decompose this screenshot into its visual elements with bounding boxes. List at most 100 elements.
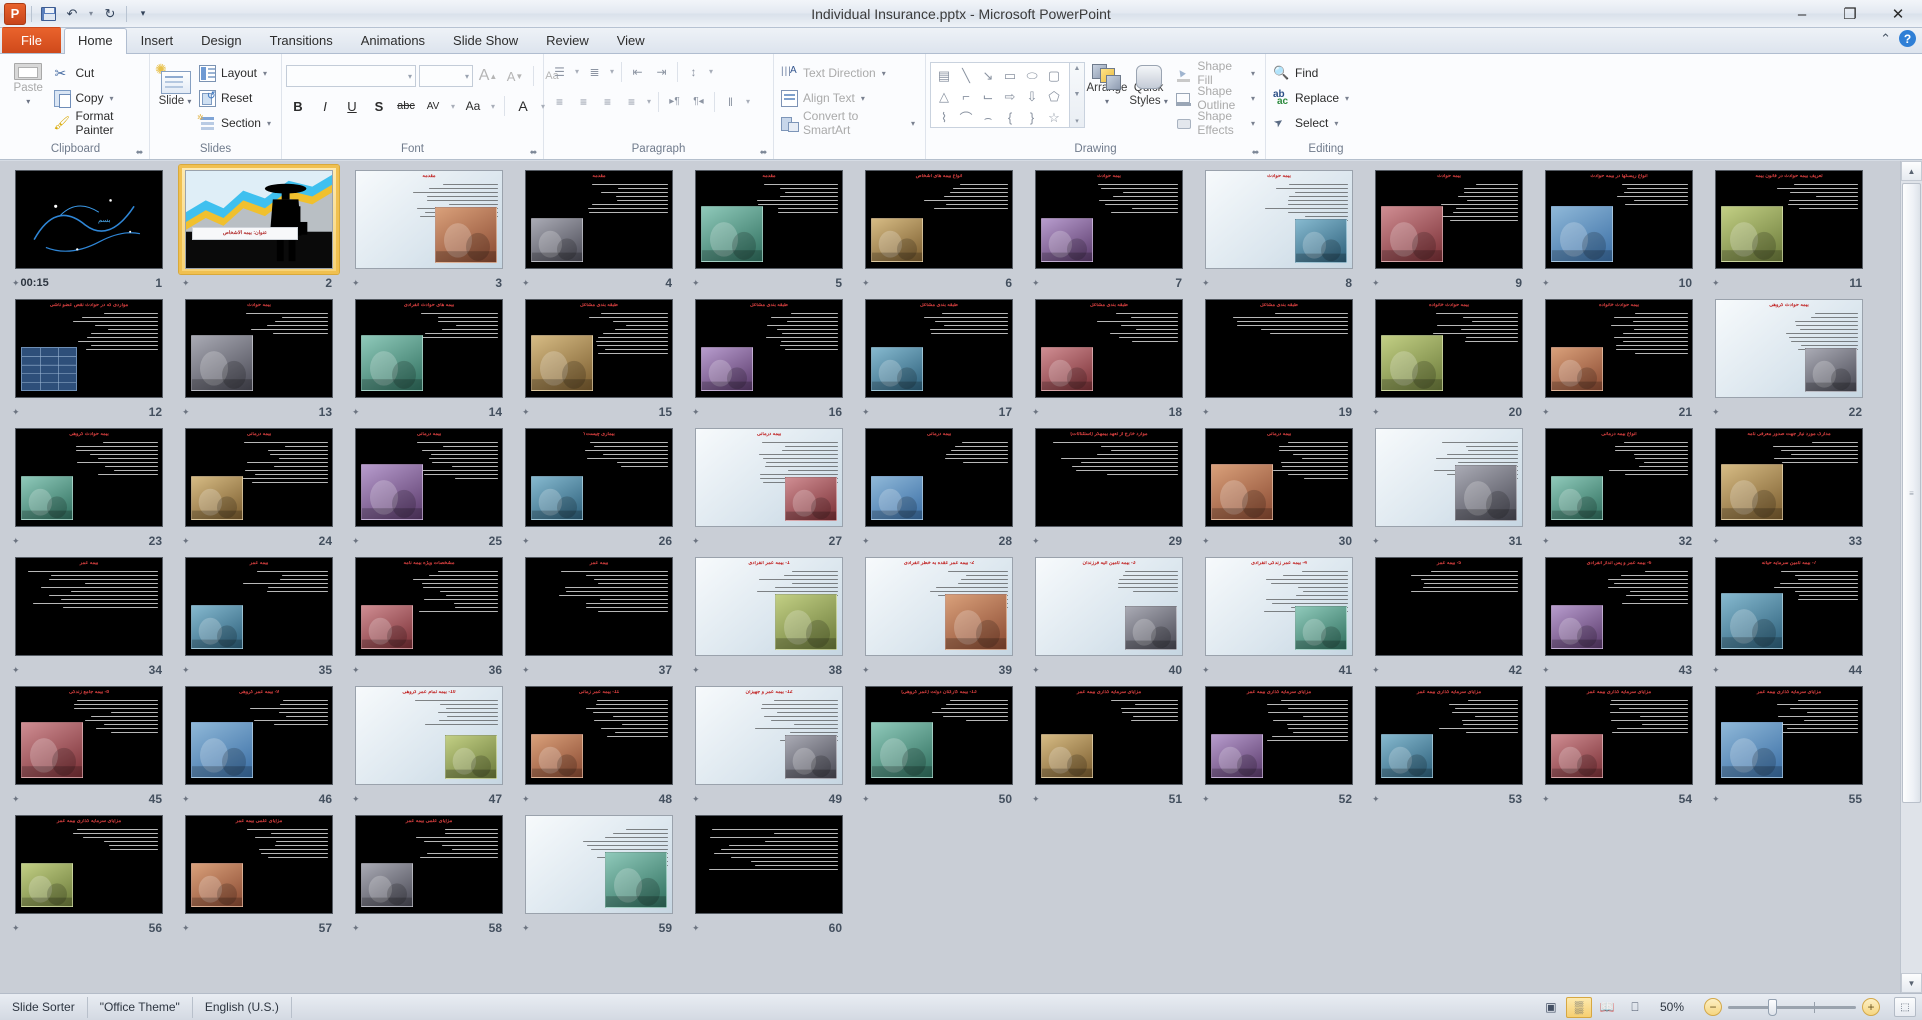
help-icon[interactable]: ? — [1899, 30, 1916, 47]
transition-star-icon[interactable]: ✦ — [1032, 278, 1039, 289]
zoom-out-button[interactable]: − — [1704, 998, 1722, 1016]
slide-cell[interactable]: مزایای سرمایه گذاری بیمه عمر ✦ 51 — [1024, 681, 1194, 810]
transition-star-icon[interactable]: ✦ — [352, 407, 359, 418]
slide-thumbnail-24[interactable]: بیمه درمانی — [179, 423, 339, 532]
slide-cell[interactable]: بیمه حوادث ✦ 7 — [1024, 165, 1194, 294]
transition-star-icon[interactable]: ✦ — [1712, 665, 1719, 676]
slide-thumbnail-8[interactable]: بیمه حوادث — [1199, 165, 1359, 274]
copy-caret-icon[interactable]: ▾ — [110, 94, 114, 103]
transition-star-icon[interactable]: ✦ — [1202, 536, 1209, 547]
slide-thumbnail-52[interactable]: مزایای سرمایه گذاری بیمه عمر — [1199, 681, 1359, 790]
reset-button[interactable]: Reset — [196, 86, 277, 110]
slide-thumbnail-44[interactable]: 7- بیمه تامین سرمایه حیانه — [1709, 552, 1869, 661]
slide-thumbnail-5[interactable]: مقدمه — [689, 165, 849, 274]
transition-star-icon[interactable]: ✦ — [862, 278, 869, 289]
slide-thumbnail-14[interactable]: بیمه های حوادث انفرادی — [349, 294, 509, 403]
shape-curve-icon[interactable]: ⌒ — [955, 107, 977, 128]
text-direction-button[interactable]: Text Direction ▾ — [778, 61, 921, 85]
slide-cell[interactable]: بیمه عمر ✦ 35 — [174, 552, 344, 681]
transition-star-icon[interactable]: ✦ — [1372, 278, 1379, 289]
paste-button[interactable]: Paste ▾ — [6, 59, 51, 108]
shape-arc-icon[interactable]: ⌢ — [977, 107, 999, 128]
transition-star-icon[interactable]: ✦ — [12, 794, 19, 805]
fit-slide-to-window-button[interactable]: ⬚ — [1894, 997, 1916, 1017]
slide-thumbnail-36[interactable]: مشخصات ویژه بیمه نامه — [349, 552, 509, 661]
transition-star-icon[interactable]: ✦ — [522, 923, 529, 934]
slide-cell[interactable]: بیمه درمانی ✦ 24 — [174, 423, 344, 552]
zoom-slider-track[interactable] — [1728, 998, 1856, 1016]
transition-star-icon[interactable]: ✦ — [1202, 794, 1209, 805]
tab-home[interactable]: Home — [63, 28, 127, 54]
slide-cell[interactable]: انواع بیمه درمانی ✦ 32 — [1534, 423, 1704, 552]
layout-caret-icon[interactable]: ▾ — [263, 69, 267, 78]
slide-thumbnail-41[interactable]: 4- بیمه عمر زندگی انفرادی — [1199, 552, 1359, 661]
slide-cell[interactable]: 1- بیمه عمر انفرادی ✦ 38 — [684, 552, 854, 681]
slide-cell[interactable]: مزایای علمی بیمه عمر ✦ 58 — [344, 810, 514, 939]
slide-cell[interactable]: بیمه های حوادث انفرادی ✦ 14 — [344, 294, 514, 423]
close-button[interactable]: ✕ — [1874, 1, 1922, 27]
slide-cell[interactable]: بیمه عمر ✦ 37 — [514, 552, 684, 681]
transition-star-icon[interactable]: ✦ — [352, 794, 359, 805]
transition-star-icon[interactable]: ✦ — [1372, 794, 1379, 805]
text-shadow-button[interactable]: S — [367, 94, 391, 118]
transition-star-icon[interactable]: ✦ — [862, 665, 869, 676]
slide-cell[interactable]: بیمه درمانی ✦ 30 — [1194, 423, 1364, 552]
slide-cell[interactable]: 8- بیمه جامع زندگی ✦ 45 — [4, 681, 174, 810]
font-dialog-launcher-icon[interactable]: ⬌ — [528, 147, 539, 158]
slide-cell[interactable]: مقدمه ✦ 3 — [344, 165, 514, 294]
tab-review[interactable]: Review — [532, 28, 603, 53]
transition-star-icon[interactable]: ✦ — [692, 923, 699, 934]
decrease-indent-button[interactable]: ⇤ — [626, 60, 649, 83]
slide-thumbnail-56[interactable]: مزایای سرمایه گذاری بیمه عمر — [9, 810, 169, 919]
transition-star-icon[interactable]: ✦ — [352, 665, 359, 676]
transition-star-icon[interactable]: ✦ — [12, 407, 19, 418]
slide-cell[interactable]: مقدمه ✦ 5 — [684, 165, 854, 294]
transition-star-icon[interactable]: ✦ — [1372, 536, 1379, 547]
transition-star-icon[interactable]: ✦ — [522, 536, 529, 547]
scroll-up-arrow-icon[interactable]: ▲ — [1901, 161, 1922, 181]
bullets-caret-icon[interactable]: ▾ — [572, 67, 582, 76]
slide-cell[interactable]: بیمه حوادث ✦ 13 — [174, 294, 344, 423]
slide-cell[interactable]: طبقه بندی مشاغل ✦ 19 — [1194, 294, 1364, 423]
transition-star-icon[interactable]: ✦ — [352, 536, 359, 547]
slide-cell[interactable]: 10- بیمه تمام عمر گروهی ✦ 47 — [344, 681, 514, 810]
transition-star-icon[interactable]: ✦ — [1542, 407, 1549, 418]
slide-thumbnail-53[interactable]: مزایای سرمایه گذاری بیمه عمر — [1369, 681, 1529, 790]
transition-star-icon[interactable]: ✦ — [182, 665, 189, 676]
slide-thumbnail-54[interactable]: مزایای سرمایه گذاری بیمه عمر — [1539, 681, 1699, 790]
slide-cell[interactable]: 3- بیمه تامین آتیه فرزندان ✦ 40 — [1024, 552, 1194, 681]
slide-thumbnail-34[interactable]: بیمه عمر — [9, 552, 169, 661]
slide-cell[interactable]: بیمه حوادث خانواده ✦ 21 — [1534, 294, 1704, 423]
layout-button[interactable]: Layout ▾ — [196, 61, 277, 85]
zoom-in-button[interactable]: + — [1862, 998, 1880, 1016]
slide-thumbnail-57[interactable]: مزایای علمی بیمه عمر — [179, 810, 339, 919]
minimize-ribbon-icon[interactable]: ⌃ — [1880, 31, 1891, 47]
shape-star-icon[interactable]: ☆ — [1043, 107, 1065, 128]
font-size-combo[interactable]: ▾ — [419, 65, 473, 87]
numbering-button[interactable]: ≣ — [583, 60, 606, 83]
slide-cell[interactable]: مزایای سرمایه گذاری بیمه عمر ✦ 55 — [1704, 681, 1874, 810]
transition-star-icon[interactable]: ✦ — [12, 536, 19, 547]
slide-cell[interactable]: 13- بیمه کارکنان دولت (عمر گروهی) ✦ 50 — [854, 681, 1024, 810]
justify-caret-icon[interactable]: ▾ — [644, 97, 654, 106]
transition-star-icon[interactable]: ✦ — [692, 278, 699, 289]
status-theme[interactable]: "Office Theme" — [88, 996, 193, 1018]
slide-thumbnail-45[interactable]: 8- بیمه جامع زندگی — [9, 681, 169, 790]
section-button[interactable]: Section ▾ — [196, 111, 277, 135]
replace-caret-icon[interactable]: ▾ — [1345, 94, 1349, 103]
new-slide-caret-icon[interactable]: ▾ — [187, 97, 191, 106]
view-slide-sorter-button[interactable]: ▒ — [1565, 996, 1592, 1018]
zoom-control[interactable]: − + — [1696, 998, 1888, 1016]
slide-thumbnail-2[interactable]: عنوان: بیمه الاشخاص — [179, 165, 339, 274]
transition-star-icon[interactable]: ✦ — [1542, 536, 1549, 547]
tab-transitions[interactable]: Transitions — [256, 28, 347, 53]
transition-star-icon[interactable]: ✦ — [1032, 407, 1039, 418]
slide-thumbnail-20[interactable]: بیمه حوادث خانواده — [1369, 294, 1529, 403]
shapes-gallery-scrollbar[interactable]: ▲ ▼ ▾ — [1070, 62, 1085, 128]
convert-to-smartart-button[interactable]: Convert to SmartArt ▾ — [778, 109, 921, 137]
slide-thumbnail-26[interactable]: بیماری چیست؟ — [519, 423, 679, 532]
arrange-caret-icon[interactable]: ▾ — [1105, 95, 1109, 108]
slide-thumbnail-35[interactable]: بیمه عمر — [179, 552, 339, 661]
select-caret-icon[interactable]: ▾ — [1334, 119, 1338, 128]
bullets-button[interactable]: ☰ — [548, 60, 571, 83]
